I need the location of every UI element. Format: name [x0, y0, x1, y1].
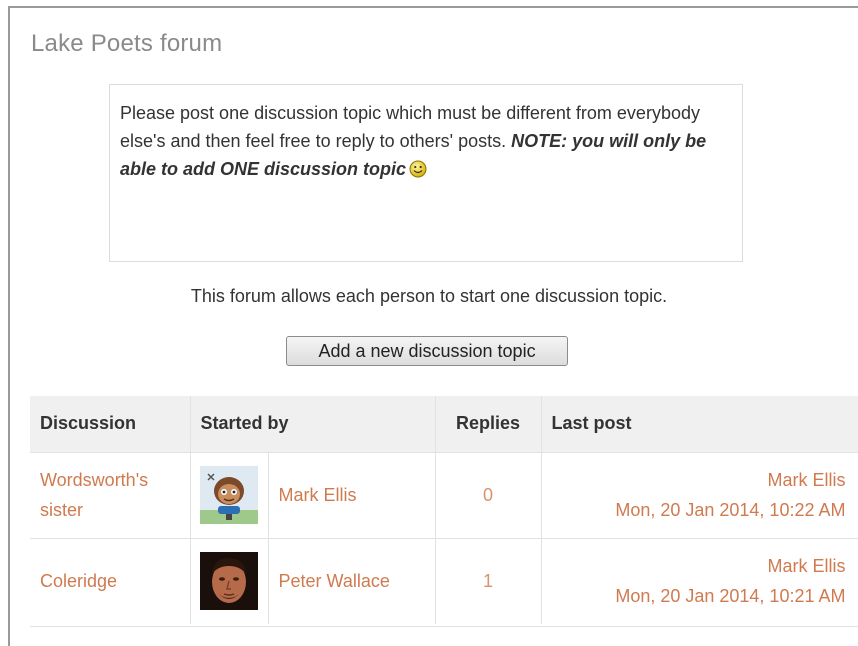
page-title: Lake Poets forum — [31, 30, 223, 57]
discussion-table: Discussion Started by Replies Last post … — [30, 396, 858, 624]
replies-cell: 1 — [435, 537, 542, 624]
avatar-cell — [190, 537, 269, 624]
last-post-cell: Mark Ellis Mon, 20 Jan 2014, 10:21 AM — [541, 537, 858, 624]
table-header-row: Discussion Started by Replies Last post — [30, 396, 858, 452]
header-discussion[interactable]: Discussion — [30, 396, 191, 452]
forum-description: This forum allows each person to start o… — [190, 286, 668, 306]
last-post-date-link[interactable]: Mon, 20 Jan 2014, 10:21 AM — [615, 586, 845, 606]
header-last-post[interactable]: Last post — [541, 396, 858, 452]
avatar-cell — [190, 451, 269, 538]
replies-link[interactable]: 0 — [483, 485, 493, 505]
replies-cell: 0 — [435, 451, 542, 538]
starter-link[interactable]: Mark Ellis — [279, 485, 357, 505]
table-bottom-divider — [30, 626, 858, 627]
discussion-cell: Coleridge — [30, 537, 191, 624]
header-replies[interactable]: Replies — [435, 396, 542, 452]
last-post-cell: Mark Ellis Mon, 20 Jan 2014, 10:22 AM — [541, 451, 858, 538]
last-post-author-link[interactable]: Mark Ellis — [767, 470, 845, 490]
add-discussion-topic-button[interactable]: Add a new discussion topic — [286, 336, 568, 366]
cartoon-avatar-icon[interactable] — [200, 466, 258, 524]
table-row: Coleridge Peter Wallace 1 Mark Ellis Mon… — [30, 537, 858, 624]
last-post-date-link[interactable]: Mon, 20 Jan 2014, 10:22 AM — [615, 500, 845, 520]
smiley-icon — [409, 160, 427, 178]
header-started-by[interactable]: Started by — [190, 396, 436, 452]
starter-link[interactable]: Peter Wallace — [279, 571, 390, 591]
last-post-author-link[interactable]: Mark Ellis — [767, 556, 845, 576]
replies-link[interactable]: 1 — [483, 571, 493, 591]
discussion-link[interactable]: Wordsworth's sister — [40, 470, 148, 520]
table-row: Wordsworth's sister Mark Ellis 0 Mark El… — [30, 451, 858, 538]
starter-cell: Mark Ellis — [268, 451, 436, 538]
photo-avatar-icon[interactable] — [200, 552, 258, 611]
discussion-link[interactable]: Coleridge — [40, 571, 117, 591]
discussion-cell: Wordsworth's sister — [30, 451, 191, 538]
starter-cell: Peter Wallace — [268, 537, 436, 624]
forum-intro-box: Please post one discussion topic which m… — [109, 84, 743, 262]
